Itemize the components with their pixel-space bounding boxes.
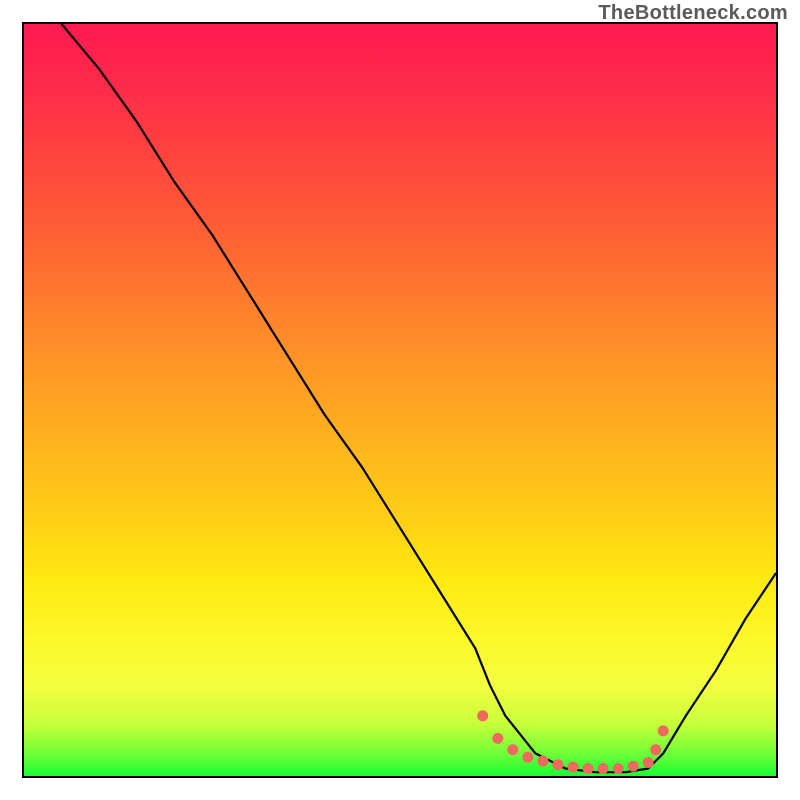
watermark-text: TheBottleneck.com bbox=[598, 2, 788, 25]
minimum-marker-dot bbox=[643, 757, 654, 768]
minimum-marker-dot bbox=[583, 763, 594, 774]
minimum-marker-dot bbox=[522, 752, 533, 763]
chart-container: TheBottleneck.com bbox=[0, 0, 800, 800]
minimum-marker-dot bbox=[598, 763, 609, 774]
minimum-marker-dot bbox=[492, 733, 503, 744]
minimum-marker-dot bbox=[650, 744, 661, 755]
plot-area bbox=[22, 22, 778, 778]
minimum-marker-dot bbox=[568, 762, 579, 773]
bottleneck-line bbox=[62, 24, 776, 772]
chart-svg bbox=[24, 24, 776, 776]
minimum-marker-dot bbox=[658, 725, 669, 736]
minimum-marker-dot bbox=[507, 744, 518, 755]
minimum-marker-dot bbox=[537, 756, 548, 767]
minimum-marker-dot bbox=[477, 710, 488, 721]
minimum-markers-group bbox=[477, 710, 669, 774]
minimum-marker-dot bbox=[628, 761, 639, 772]
minimum-marker-dot bbox=[552, 759, 563, 770]
minimum-marker-dot bbox=[613, 763, 624, 774]
